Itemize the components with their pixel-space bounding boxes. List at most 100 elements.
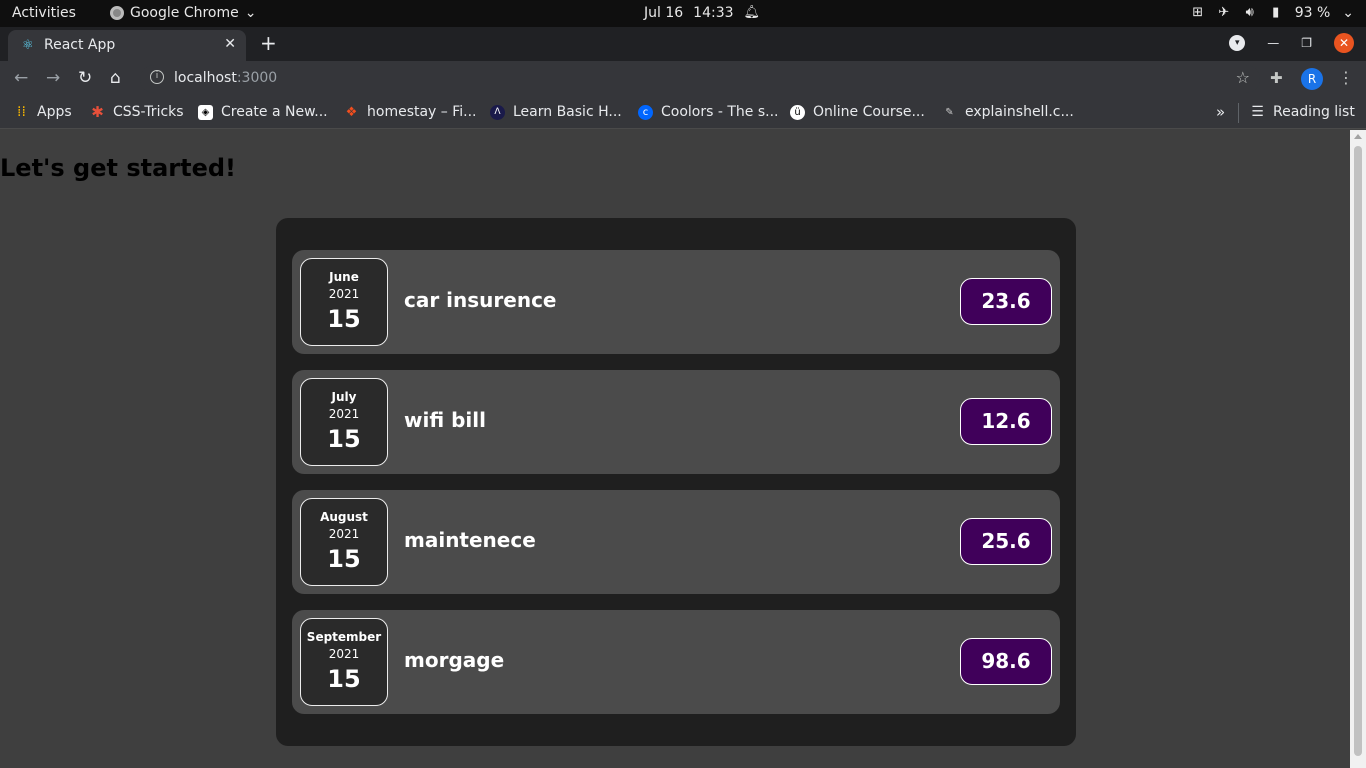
window-controls: ▾ — ❐ ✕ — [1229, 33, 1354, 53]
bookmark-label: Learn Basic H... — [513, 104, 622, 120]
volume-icon: 🔊︎ — [1245, 5, 1254, 20]
reading-list-button[interactable]: ☰ Reading list — [1250, 104, 1355, 120]
bookmark-label: CSS-Tricks — [113, 104, 184, 120]
back-button[interactable]: ← — [14, 68, 28, 88]
figma-icon: ❖ — [345, 104, 358, 120]
tab-strip: ⚛ React App ✕ + ▾ — ❐ ✕ — [0, 27, 1366, 61]
more-bookmarks-icon[interactable]: » — [1216, 103, 1225, 121]
expense-title: morgage — [404, 648, 505, 672]
app-menu-label: Google Chrome — [130, 5, 239, 21]
bookmark-label: homestay – Fi... — [367, 104, 477, 120]
expense-year: 2021 — [328, 527, 360, 541]
site-info-icon[interactable]: i — [150, 70, 164, 84]
bookmark-label: Online Course... — [813, 104, 925, 120]
bookmark-label: Apps — [37, 104, 72, 120]
battery-icon: ▮ — [1272, 5, 1280, 20]
restore-button[interactable]: ❐ — [1301, 36, 1312, 50]
bookmark-coolors[interactable]: c Coolors - The s... — [638, 104, 779, 120]
airplane-icon: ✈ — [1218, 5, 1230, 20]
page-scrollbar[interactable] — [1350, 130, 1366, 768]
url-text: localhost:3000 — [174, 70, 277, 86]
coolors-icon: c — [638, 104, 653, 120]
new-tab-button[interactable]: + — [260, 31, 277, 55]
activities-button[interactable]: Activities — [12, 5, 76, 21]
profile-avatar[interactable]: R — [1301, 68, 1323, 90]
app-menu[interactable]: Google Chrome ⌄ — [110, 5, 256, 21]
bookmark-label: explainshell.c... — [965, 104, 1074, 120]
reading-list-label: Reading list — [1273, 104, 1355, 120]
reload-button[interactable]: ↻ — [78, 68, 92, 88]
alarm-icon: 🔔︎ — [743, 5, 761, 20]
tab-react-app[interactable]: ⚛ React App ✕ — [8, 30, 246, 61]
bookmark-label: Coolors - The s... — [661, 104, 779, 120]
bookmark-explainshell[interactable]: ✎ explainshell.c... — [942, 104, 1074, 120]
tab-title: React App — [44, 37, 116, 53]
scrollbar-thumb[interactable] — [1354, 146, 1362, 756]
bookmark-learn[interactable]: Λ Learn Basic H... — [490, 104, 622, 120]
tab-search-icon[interactable]: ▾ — [1229, 35, 1246, 51]
url-host: localhost — [174, 70, 237, 86]
expense-title: wifi bill — [404, 408, 487, 432]
network-icon: ⊞ — [1192, 5, 1204, 20]
expense-day: 15 — [327, 545, 361, 573]
expense-price: 23.6 — [960, 278, 1052, 325]
extensions-icon[interactable]: ✚ — [1270, 69, 1283, 87]
bookmark-codepen[interactable]: ◈ Create a New... — [198, 104, 328, 120]
battery-percent: 93 % — [1294, 5, 1331, 21]
expense-date: July 2021 15 — [300, 378, 388, 466]
chrome-icon — [110, 6, 124, 20]
clock-time: 14:33 — [693, 5, 734, 21]
expense-date: August 2021 15 — [300, 498, 388, 586]
learn-icon: Λ — [490, 104, 505, 120]
expense-date: June 2021 15 — [300, 258, 388, 346]
system-top-bar: Activities Google Chrome ⌄ Jul 16 14:33 … — [0, 0, 1366, 27]
clock-date: Jul 16 — [644, 5, 684, 21]
expense-year: 2021 — [328, 287, 360, 301]
expense-day: 15 — [327, 305, 361, 333]
react-icon: ⚛ — [22, 38, 34, 53]
expense-month: September — [306, 630, 382, 644]
expense-item: August 2021 15 maintenece 25.6 — [292, 490, 1060, 594]
minimize-button[interactable]: — — [1267, 36, 1279, 50]
bookmark-star-icon[interactable]: ☆ — [1236, 68, 1250, 87]
bookmark-figma[interactable]: ❖ homestay – Fi... — [344, 104, 477, 120]
forward-button[interactable]: → — [46, 68, 60, 88]
close-window-button[interactable]: ✕ — [1334, 33, 1354, 53]
expense-title: maintenece — [404, 528, 536, 552]
css-tricks-icon: ✱ — [91, 102, 104, 121]
home-button[interactable]: ⌂ — [110, 68, 121, 88]
close-tab-icon[interactable]: ✕ — [224, 36, 236, 52]
expense-date: September 2021 15 — [300, 618, 388, 706]
expenses-card: June 2021 15 car insurence 23.6 July 202… — [276, 218, 1076, 746]
chevron-down-icon: ⌄ — [1342, 5, 1354, 21]
bookmark-css-tricks[interactable]: ✱ CSS-Tricks — [90, 102, 184, 121]
expense-price: 98.6 — [960, 638, 1052, 685]
scroll-up-icon[interactable] — [1354, 134, 1362, 139]
expense-price: 12.6 — [960, 398, 1052, 445]
expense-price: 25.6 — [960, 518, 1052, 565]
chevron-down-icon: ⌄ — [244, 5, 257, 21]
page-content: Let's get started! June 2021 15 car insu… — [0, 130, 1350, 768]
apps-grid-icon: ⁞⁞ — [17, 103, 26, 120]
system-tray[interactable]: ⊞ ✈ 🔊︎ ▮ 93 % ⌄ — [1191, 5, 1354, 21]
reading-list-icon: ☰ — [1251, 103, 1264, 120]
address-bar[interactable]: i localhost:3000 ☆ — [140, 65, 1260, 93]
expense-title: car insurence — [404, 288, 557, 312]
bookmark-label: Create a New... — [221, 104, 328, 120]
page-heading: Let's get started! — [0, 154, 236, 182]
url-port: :3000 — [236, 70, 278, 86]
bookmark-udemy[interactable]: ü Online Course... — [790, 104, 925, 120]
expense-year: 2021 — [328, 407, 360, 421]
expense-month: June — [329, 270, 359, 284]
expense-item: June 2021 15 car insurence 23.6 — [292, 250, 1060, 354]
expense-item: July 2021 15 wifi bill 12.6 — [292, 370, 1060, 474]
expense-month: July — [331, 390, 357, 404]
browser-toolbar: ← → ↻ ⌂ i localhost:3000 ☆ ✚ R ⋮ — [0, 61, 1366, 97]
bookmarks-bar: ⁞⁞ Apps ✱ CSS-Tricks ◈ Create a New... ❖… — [0, 97, 1366, 129]
expense-day: 15 — [327, 665, 361, 693]
bookmarks-divider — [1238, 103, 1239, 123]
more-menu-icon[interactable]: ⋮ — [1338, 68, 1354, 87]
clock[interactable]: Jul 16 14:33 🔔︎ — [644, 5, 761, 21]
expense-item: September 2021 15 morgage 98.6 — [292, 610, 1060, 714]
bookmark-apps[interactable]: ⁞⁞ Apps — [14, 104, 72, 120]
